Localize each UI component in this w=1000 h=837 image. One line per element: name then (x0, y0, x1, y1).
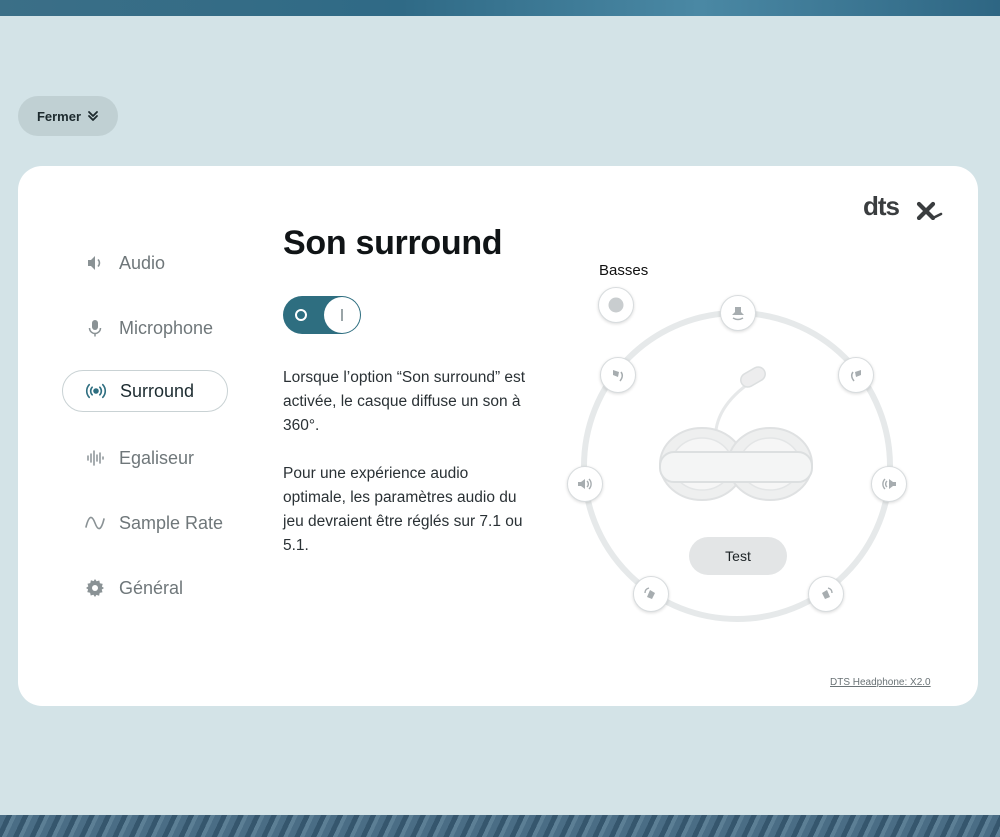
speaker-front-right-button[interactable] (838, 357, 874, 393)
sidebar-item-label: Sample Rate (119, 512, 224, 533)
speaker-side-right-button[interactable] (871, 466, 907, 502)
toggle-off-indicator (295, 309, 307, 321)
sidebar-item-microphone[interactable]: Microphone (62, 307, 228, 349)
bottom-window-strip (0, 815, 1000, 837)
close-button[interactable]: Fermer (18, 96, 118, 136)
dts-headphone-link[interactable]: DTS Headphone: X2.0 (830, 677, 931, 688)
speaker-side-right-icon (882, 478, 896, 490)
sidebar-item-label: Général (119, 577, 184, 598)
surround-description: Lorsque l’option “Son surround” est acti… (283, 366, 528, 582)
speaker-front-right-icon (850, 370, 861, 382)
speaker-side-left-button[interactable] (567, 466, 603, 502)
speaker-rear-left-icon (644, 587, 655, 599)
speaker-side-left-icon (578, 478, 592, 490)
chevron-double-down-icon (88, 111, 98, 121)
basses-label: Basses (599, 262, 649, 279)
speaker-rear-right-button[interactable] (808, 576, 844, 612)
description-paragraph: Lorsque l’option “Son surround” est acti… (283, 369, 526, 434)
sidebar-item-audio[interactable]: Audio (62, 242, 228, 284)
speaker-rear-right-icon (822, 587, 833, 599)
speaker-icon (84, 252, 106, 274)
speaker-center-button[interactable] (720, 295, 756, 331)
sidebar-item-general[interactable]: Général (62, 567, 228, 609)
surround-settings-panel: dts Audio Microphone Surround Egaliseur … (18, 166, 978, 706)
gear-icon (84, 577, 106, 599)
subwoofer-icon (608, 297, 624, 313)
sidebar-item-label: Microphone (119, 317, 214, 338)
surround-toggle[interactable] (283, 296, 361, 334)
sidebar-item-egaliseur[interactable]: Egaliseur (62, 437, 228, 479)
sidebar-item-label: Egaliseur (119, 447, 195, 468)
close-button-label: Fermer (36, 108, 82, 124)
speaker-rear-left-button[interactable] (633, 576, 669, 612)
equalizer-icon (84, 447, 106, 469)
test-button[interactable]: Test (689, 537, 787, 575)
dts-x-logo: dts (863, 194, 943, 220)
surround-icon (85, 380, 107, 402)
speaker-front-left-button[interactable] (600, 357, 636, 393)
sidebar-item-label: Surround (120, 380, 195, 401)
speaker-center-icon (732, 307, 744, 321)
toggle-knob (324, 297, 360, 333)
svg-text:dts: dts (863, 194, 900, 220)
speaker-subwoofer-button[interactable] (598, 287, 634, 323)
microphone-icon (84, 317, 106, 339)
wave-icon (84, 512, 106, 534)
sidebar-item-surround[interactable]: Surround (62, 370, 228, 412)
page-title: Son surround (283, 224, 503, 262)
sidebar-item-label: Audio (119, 252, 166, 273)
top-window-strip (0, 0, 1000, 16)
sidebar-item-sample-rate[interactable]: Sample Rate (62, 502, 228, 544)
speaker-front-left-icon (613, 370, 624, 382)
description-paragraph: Pour une expérience audio optimale, les … (283, 465, 523, 554)
headset-illustration (659, 366, 813, 501)
